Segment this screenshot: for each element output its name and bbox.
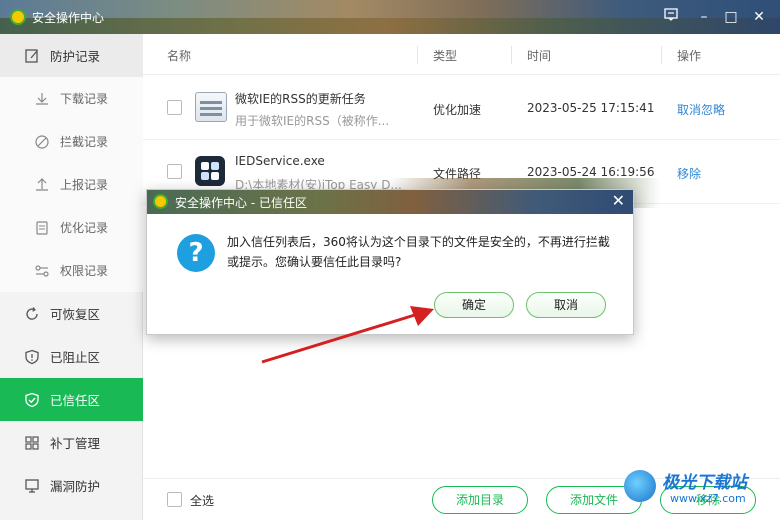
sidebar-item-label: 防护记录 <box>50 49 101 64</box>
header-action: 操作 <box>677 49 702 63</box>
sidebar-item-label: 上报记录 <box>60 178 109 192</box>
monitor-icon <box>24 478 40 494</box>
shield-check-icon <box>24 392 40 408</box>
window-title: 安全操作中心 <box>32 11 105 25</box>
document-icon <box>34 220 50 236</box>
row-time: 2023-05-24 16:19:56 <box>527 165 655 179</box>
sidebar-item-label: 拦截记录 <box>60 135 109 149</box>
sidebar-item-label: 已阻止区 <box>50 350 101 365</box>
sidebar-item-label: 已信任区 <box>50 393 101 408</box>
watermark-text: 极光下载站 <box>662 473 747 493</box>
select-all-label: 全选 <box>190 494 215 508</box>
sidebar-item-protection-records[interactable]: 防护记录 <box>0 34 143 77</box>
row-desc: 用于微软IE的RSS（被称作... <box>235 114 390 128</box>
exe-icon <box>195 156 225 186</box>
row-name: 微软IE的RSS的更新任务 <box>235 92 366 106</box>
watermark: 极光下载站 www.xz7.com <box>622 464 780 516</box>
sidebar-item-label: 优化记录 <box>60 221 109 235</box>
row-action-link[interactable]: 移除 <box>677 165 701 182</box>
grid-icon <box>24 435 40 451</box>
shield-alert-icon <box>24 349 40 365</box>
header-type: 类型 <box>433 49 458 63</box>
key-icon <box>34 263 50 279</box>
add-directory-button[interactable]: 添加目录 <box>432 486 528 514</box>
sidebar-item-patch-management[interactable]: 补丁管理 <box>0 421 143 464</box>
download-icon <box>34 91 50 107</box>
cancel-button[interactable]: 取消 <box>526 292 606 318</box>
row-name: IEDService.exe <box>235 154 325 168</box>
sidebar: 防护记录 下载记录 拦截记录 上报记录 优化记录 权限记录 可恢复区 已阻止区 … <box>0 34 143 520</box>
row-time: 2023-05-25 17:15:41 <box>527 101 655 115</box>
sidebar-item-block-records[interactable]: 拦截记录 <box>0 120 143 163</box>
annotation-arrow <box>261 306 434 364</box>
restore-icon <box>24 306 40 322</box>
row-action-link[interactable]: 取消忽略 <box>677 101 725 118</box>
sidebar-item-label: 下载记录 <box>60 92 109 106</box>
header-time: 时间 <box>527 49 552 63</box>
header-divider <box>661 46 662 64</box>
sidebar-item-label: 权限记录 <box>60 264 109 278</box>
app-logo-icon <box>153 194 168 209</box>
sidebar-item-trusted[interactable]: 已信任区 <box>0 378 143 421</box>
row-checkbox[interactable] <box>167 164 182 179</box>
sidebar-item-recoverable[interactable]: 可恢复区 <box>0 292 143 335</box>
task-icon <box>195 92 227 122</box>
sidebar-item-optimize-records[interactable]: 优化记录 <box>0 206 143 249</box>
watermark-url: www.xz7.com <box>670 492 746 505</box>
app-logo-icon <box>10 9 26 25</box>
sidebar-item-label: 补丁管理 <box>50 436 101 451</box>
title-bar: 安全操作中心 – □ ✕ <box>0 0 780 34</box>
block-icon <box>34 134 50 150</box>
dialog-message: 加入信任列表后，360将认为这个目录下的文件是安全的，不再进行拦截或提示。您确认… <box>227 235 610 269</box>
header-divider <box>417 46 418 64</box>
sidebar-item-report-records[interactable]: 上报记录 <box>0 163 143 206</box>
minimize-button[interactable]: – <box>693 6 715 28</box>
dialog-title: 安全操作中心 - 已信任区 <box>175 196 307 210</box>
sidebar-item-label: 漏洞防护 <box>50 479 101 494</box>
close-button[interactable]: ✕ <box>748 6 770 28</box>
header-divider <box>511 46 512 64</box>
question-icon: ? <box>177 234 215 272</box>
dialog-close-button[interactable]: ✕ <box>612 191 625 210</box>
edit-icon <box>24 48 40 64</box>
sidebar-item-blocked[interactable]: 已阻止区 <box>0 335 143 378</box>
sidebar-item-label: 可恢复区 <box>50 307 101 322</box>
sidebar-item-download-records[interactable]: 下载记录 <box>0 77 143 120</box>
maximize-button[interactable]: □ <box>720 6 742 28</box>
upload-icon <box>34 177 50 193</box>
dialog-title-bar: 安全操作中心 - 已信任区 ✕ <box>147 190 633 214</box>
select-all-checkbox[interactable] <box>167 492 182 507</box>
sidebar-item-vulnerability-protection[interactable]: 漏洞防护 <box>0 464 143 507</box>
row-type: 优化加速 <box>433 103 482 117</box>
sidebar-item-permission-records[interactable]: 权限记录 <box>0 249 143 292</box>
table-header: 名称 类型 时间 操作 <box>143 34 780 75</box>
feedback-icon[interactable] <box>660 6 682 28</box>
watermark-logo-icon <box>624 470 656 502</box>
row-checkbox[interactable] <box>167 100 182 115</box>
header-name: 名称 <box>167 49 192 63</box>
table-row: 微软IE的RSS的更新任务 用于微软IE的RSS（被称作... 优化加速 202… <box>143 76 780 140</box>
